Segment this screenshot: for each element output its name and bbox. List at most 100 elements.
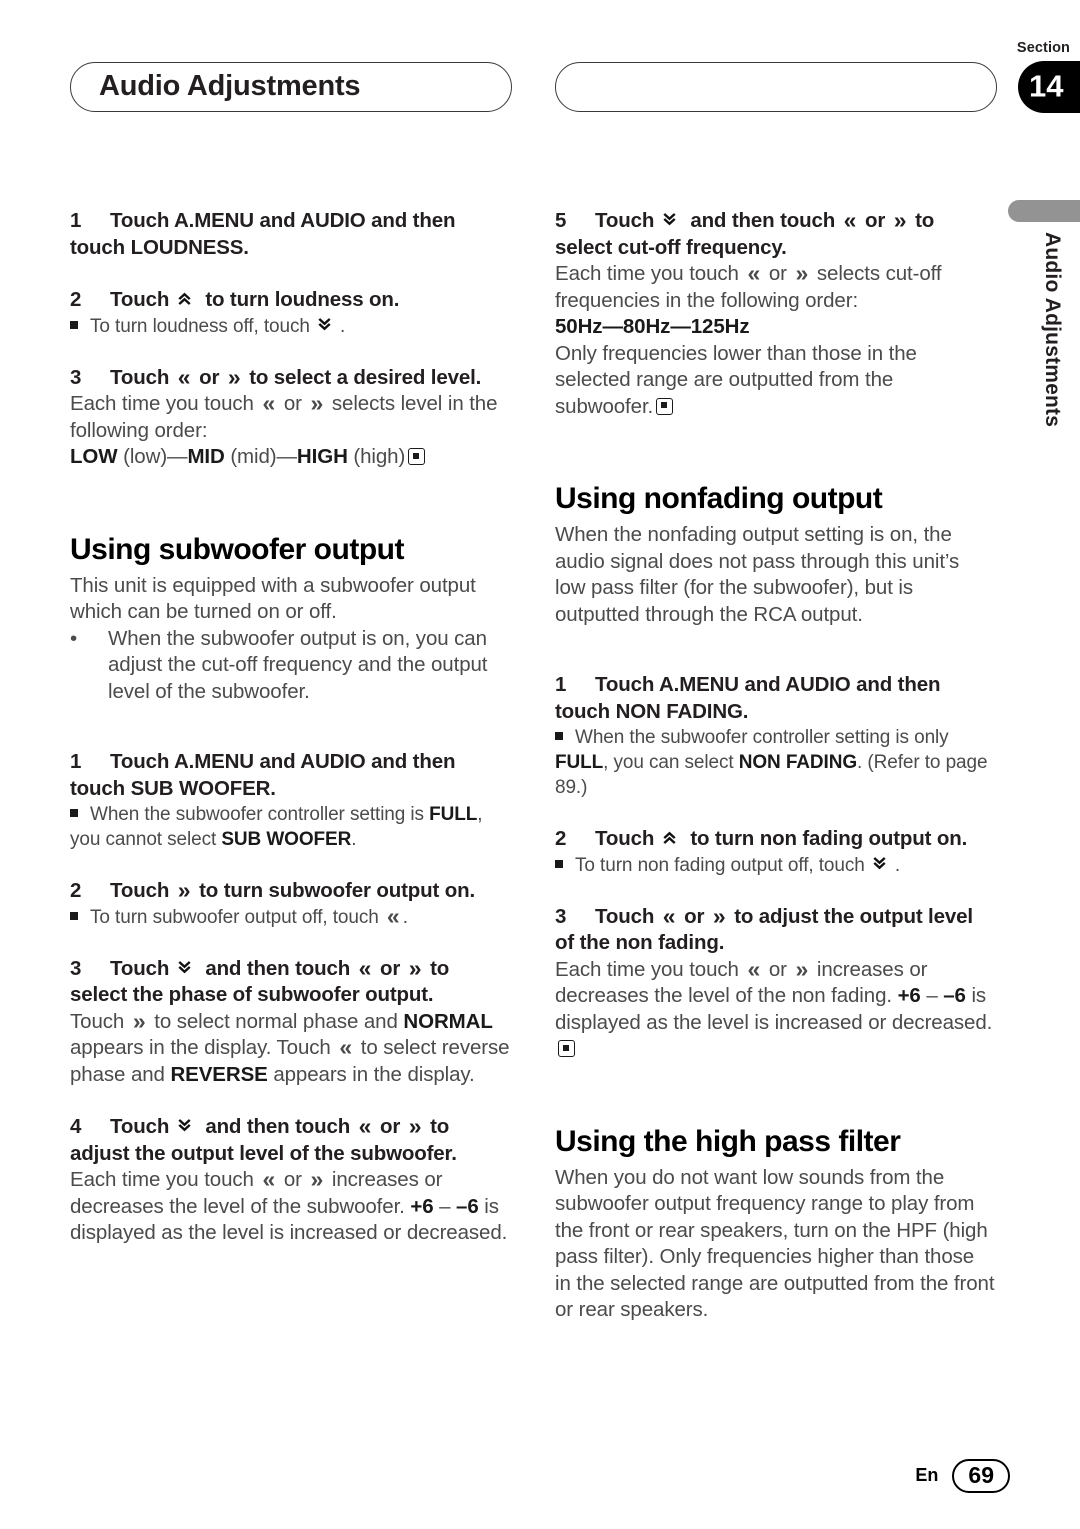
order-mid-desc: (mid)— [224, 445, 297, 468]
order-high-label: HIGH [296, 445, 348, 468]
square-bullet-icon [555, 732, 563, 740]
double-chevron-right-icon: » [310, 390, 324, 416]
double-chevron-up-icon [175, 290, 200, 307]
double-chevron-left-icon: « [358, 954, 372, 981]
step-text-post: to turn loudness on. [205, 288, 400, 311]
step-text-mid1: and then touch [205, 1115, 351, 1138]
order-low-desc: (low)— [117, 445, 188, 468]
order-mid-label: MID [187, 445, 225, 468]
section-heading-nonfading: Using nonfading output [555, 482, 883, 515]
note-text-post: . [340, 315, 346, 337]
note-text: To turn subwoofer output off, touch [90, 906, 379, 928]
side-tab-label: Audio Adjustments [1041, 232, 1064, 428]
note-loudness-off: To turn loudness off, touch . [70, 314, 510, 339]
note-text-b: , you can select [603, 752, 739, 773]
note-text-post: . [894, 854, 901, 876]
square-bullet-icon [70, 320, 78, 329]
double-chevron-left-icon: « [262, 1166, 276, 1192]
level-max-value: +6 [897, 984, 921, 1007]
note-nonfading-keyword: NON FADING [738, 752, 858, 773]
step-text-mid2: or [380, 956, 401, 980]
step-text: Touch A.MENU and AUDIO and then touch SU… [70, 750, 456, 800]
body-step5: Each time you touch « or » selects cut-o… [555, 261, 995, 314]
step-text-pre: Touch [110, 1115, 170, 1138]
body-nonfading-3: Each time you touch « or » increases or … [555, 957, 995, 1063]
step-number: 5 [555, 209, 567, 232]
body-text-a: Each time you touch [70, 1168, 254, 1191]
note-text-post: . [402, 906, 408, 928]
body-step5-note: Only frequencies lower than those in the… [555, 341, 995, 421]
language-code: En [915, 1465, 939, 1486]
double-chevron-right-icon: » [795, 260, 809, 286]
body-text-mid: or [283, 392, 302, 415]
note-subwoofer-keyword: SUB WOOFER [221, 829, 352, 850]
step-text-mid: or [684, 904, 705, 928]
step-text-pre: Touch [595, 209, 655, 232]
step-text-pre: Touch [110, 956, 170, 980]
manual-page: Audio Adjustments Section 14 Audio Adjus… [0, 0, 1080, 1529]
section-number-tab: 14 [1018, 61, 1080, 113]
note-subwoofer-off: To turn subwoofer output off, touch «. [70, 902, 510, 930]
body-loudness-3: Each time you touch « or » selects level… [70, 391, 510, 444]
step-number: 1 [555, 673, 567, 696]
double-chevron-right-icon: » [227, 363, 241, 390]
order-low-label: LOW [70, 445, 118, 468]
double-chevron-down-icon [315, 316, 340, 333]
note-full-keyword: FULL [429, 804, 478, 825]
step-number: 1 [70, 209, 82, 232]
step-number: 3 [555, 904, 567, 928]
step-text: Touch A.MENU and AUDIO and then touch NO… [555, 673, 941, 723]
double-chevron-left-icon: « [662, 902, 676, 929]
body-text-d: Only frequencies lower than those in the… [555, 341, 917, 418]
body-text-a: Each time you touch [555, 957, 739, 981]
step-number: 2 [555, 827, 567, 850]
step-text-pre: Touch [110, 879, 170, 902]
header-title-pill-left: Audio Adjustments [70, 62, 512, 112]
step-number: 4 [70, 1115, 82, 1138]
hpf-intro: When you do not want low sounds from the… [555, 1165, 995, 1322]
double-chevron-left-icon: « [339, 1034, 353, 1060]
body-subwoofer-3: Touch » to select normal phase and NORMA… [70, 1009, 510, 1089]
double-chevron-down-icon [175, 959, 200, 976]
section-label: Section [1016, 40, 1070, 56]
step-nonfading-2: 2 Touch to turn non fading output on. [555, 826, 995, 853]
normal-keyword: NORMAL [403, 1009, 493, 1033]
body-text-e: appears in the display. [267, 1062, 475, 1086]
right-column: 5 Touch and then touch « or » to select c… [555, 208, 995, 1324]
double-chevron-right-icon: » [893, 207, 907, 233]
step-subwoofer-2: 2 Touch » to turn subwoofer output on. [70, 878, 510, 905]
body-text-b: or [283, 1168, 302, 1191]
section-heading-subwoofer: Using subwoofer output [70, 532, 404, 566]
double-chevron-right-icon: » [132, 1007, 146, 1034]
double-chevron-down-icon [175, 1117, 200, 1134]
step-text-pre: Touch [595, 827, 655, 850]
step-text-post: to select a desired level. [249, 365, 482, 389]
body-text-a: Each time you touch [555, 262, 739, 285]
double-chevron-left-icon: « [386, 902, 400, 929]
step-nonfading-3: 3 Touch « or » to adjust the output level… [555, 904, 995, 957]
level-max-value: +6 [410, 1194, 434, 1218]
note-text: To turn non fading output off, touch [575, 854, 865, 876]
step-loudness-1: 1 Touch A.MENU and AUDIO and then touch L… [70, 208, 510, 261]
double-chevron-right-icon: » [310, 1166, 324, 1192]
section-heading-high-pass-filter: Using the high pass filter [555, 1124, 901, 1158]
step-nonfading-1: 1 Touch A.MENU and AUDIO and then touch N… [555, 672, 995, 725]
square-bullet-icon [555, 859, 563, 868]
step-loudness-3: 3 Touch « or » to select a desired level. [70, 365, 510, 392]
step-loudness-2: 2 Touch to turn loudness on. [70, 287, 510, 314]
double-chevron-left-icon: « [358, 1113, 372, 1139]
bullet-dot-icon: • [70, 626, 78, 650]
body-text-b: to select normal phase and [154, 1009, 404, 1033]
page-number: 69 [952, 1458, 1010, 1493]
end-of-procedure-icon [656, 397, 674, 415]
subwoofer-intro: This unit is equipped with a subwoofer o… [70, 573, 476, 624]
note-subwoofer-full: When the subwoofer controller setting is… [70, 802, 510, 852]
step-text-pre: Touch [110, 288, 170, 311]
step-number: 3 [70, 365, 82, 389]
step-text-mid2: or [380, 1115, 401, 1138]
level-range-dash: – [433, 1194, 457, 1218]
double-chevron-right-icon: » [177, 877, 191, 903]
double-chevron-right-icon: » [408, 1113, 422, 1139]
cutoff-frequency-order: 50Hz—80Hz—125Hz [555, 314, 995, 341]
side-tab-bar [1008, 200, 1080, 222]
